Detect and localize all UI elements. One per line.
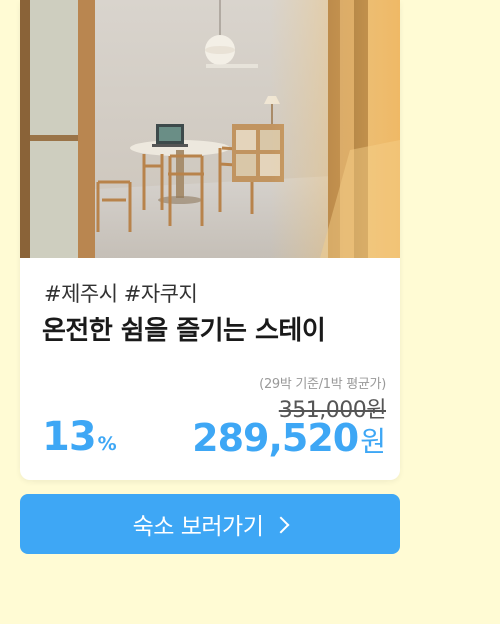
stay-title: 온전한 쉼을 즐기는 스테이 <box>42 316 326 346</box>
discount-rate: 13% <box>42 414 117 460</box>
view-stay-button-label: 숙소 보러가기 <box>132 514 264 540</box>
chevron-right-icon <box>272 516 290 533</box>
stay-card[interactable]: #제주시 #자쿠지 온전한 쉼을 즐기는 스테이 13% (29박 기준/1박 … <box>20 0 400 480</box>
location-tags: #제주시 #자쿠지 <box>44 282 198 306</box>
view-stay-button[interactable]: 숙소 보러가기 <box>20 494 400 554</box>
final-price-value: 289,520 <box>192 416 359 460</box>
final-price: 289,520원 <box>192 416 386 460</box>
price-basis-note: (29박 기준/1박 평균가) <box>259 377 386 392</box>
final-price-unit: 원 <box>360 425 386 458</box>
discount-value: 13 <box>42 414 97 460</box>
discount-unit: % <box>97 433 117 455</box>
stay-photo <box>20 0 400 258</box>
